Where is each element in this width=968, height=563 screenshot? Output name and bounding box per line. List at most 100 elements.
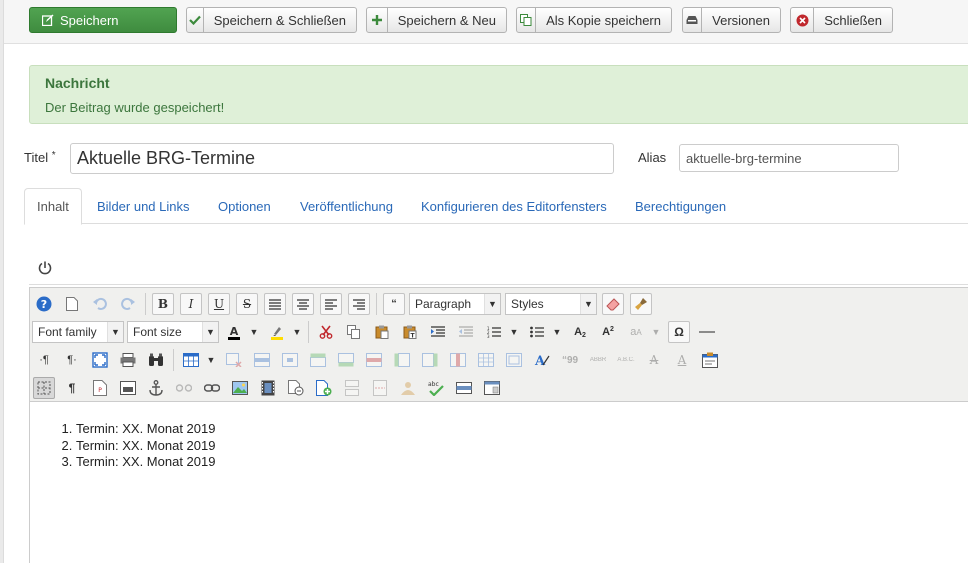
print-icon[interactable]	[117, 349, 139, 371]
table-row-props-icon[interactable]	[251, 349, 273, 371]
insert-col-before-icon[interactable]	[391, 349, 413, 371]
insert-row-after-icon[interactable]	[335, 349, 357, 371]
cut-icon[interactable]	[315, 321, 337, 343]
paste-text-icon[interactable]: T	[399, 321, 421, 343]
add-file-icon[interactable]	[313, 377, 335, 399]
tab-editorfenster[interactable]: Konfigurieren des Editorfensters	[421, 188, 607, 224]
close-button[interactable]: Schließen	[790, 7, 893, 33]
align-justify-icon[interactable]	[264, 293, 286, 315]
search-binoculars-icon[interactable]	[145, 349, 167, 371]
help-icon[interactable]: ?	[33, 293, 55, 315]
charmap-alt-icon[interactable]: aA	[625, 321, 647, 343]
fieldset-icon[interactable]	[453, 377, 475, 399]
tab-inhalt[interactable]: Inhalt	[24, 188, 82, 225]
title-input[interactable]: Aktuelle BRG-Termine	[70, 143, 614, 174]
chevron-down-icon[interactable]: ▼	[291, 321, 303, 343]
document-properties-icon[interactable]: P	[89, 377, 111, 399]
page-break-icon[interactable]	[341, 377, 363, 399]
delete-row-icon[interactable]	[363, 349, 385, 371]
cite-icon[interactable]: “99	[559, 349, 581, 371]
acronym-icon[interactable]: A.B.C.	[615, 349, 637, 371]
link-icon[interactable]	[201, 377, 223, 399]
new-document-icon[interactable]	[61, 293, 83, 315]
alias-input[interactable]: aktuelle-brg-termine	[679, 144, 899, 172]
superscript-icon[interactable]: A2	[597, 321, 619, 343]
visual-aid-icon[interactable]	[33, 377, 55, 399]
align-center-icon[interactable]	[292, 293, 314, 315]
bold-icon[interactable]: B	[152, 293, 174, 315]
style-props-icon[interactable]: A	[531, 349, 553, 371]
editor-content[interactable]: Termin: XX. Monat 2019 Termin: XX. Monat…	[30, 403, 968, 563]
spellcheck-icon[interactable]: abc	[425, 377, 447, 399]
format-select[interactable]: Paragraph ▼	[409, 293, 501, 315]
unlink-icon[interactable]	[173, 377, 195, 399]
cleanup-brush-icon[interactable]	[630, 293, 652, 315]
merge-cells-icon[interactable]	[503, 349, 525, 371]
styles-select[interactable]: Styles ▼	[505, 293, 597, 315]
indent-icon[interactable]	[427, 321, 449, 343]
delete-table-icon[interactable]	[223, 349, 245, 371]
tab-berechtigungen[interactable]: Berechtigungen	[635, 188, 726, 224]
undo-icon[interactable]	[89, 293, 111, 315]
tab-bilder-und-links[interactable]: Bilder und Links	[97, 188, 190, 224]
highlight-color-icon[interactable]	[266, 321, 288, 343]
eraser-icon[interactable]	[602, 293, 624, 315]
save-close-button[interactable]: Speichern & Schließen	[186, 7, 357, 33]
chevron-down-icon[interactable]: ▼	[551, 321, 563, 343]
insert-col-after-icon[interactable]	[419, 349, 441, 371]
paste-icon[interactable]	[371, 321, 393, 343]
table-icon[interactable]	[180, 349, 202, 371]
abbr-icon[interactable]: ABBR	[587, 349, 609, 371]
italic-icon[interactable]: I	[180, 293, 202, 315]
redo-icon[interactable]	[117, 293, 139, 315]
versions-button[interactable]: Versionen	[682, 7, 781, 33]
tab-veroeffentlichung[interactable]: Veröffentlichung	[300, 188, 393, 224]
image-icon[interactable]	[229, 377, 251, 399]
chevron-down-icon[interactable]: ▼	[508, 321, 520, 343]
deletion-icon[interactable]: A	[643, 349, 665, 371]
tab-optionen[interactable]: Optionen	[218, 188, 271, 224]
omega-icon[interactable]: Ω	[668, 321, 690, 343]
underline-icon[interactable]: U	[208, 293, 230, 315]
delete-col-icon[interactable]	[447, 349, 469, 371]
bullet-list-icon[interactable]	[526, 321, 548, 343]
insert-row-before-icon[interactable]	[307, 349, 329, 371]
template-icon[interactable]	[117, 377, 139, 399]
numbered-list-icon[interactable]: 123	[483, 321, 505, 343]
save-copy-button[interactable]: Als Kopie speichern	[516, 7, 672, 33]
rtl-icon[interactable]: ¶·	[61, 349, 83, 371]
strikethrough-icon[interactable]: S	[236, 293, 258, 315]
chevron-down-icon[interactable]: ▼	[248, 321, 260, 343]
outdent-icon[interactable]	[455, 321, 477, 343]
power-icon[interactable]	[37, 260, 53, 276]
attributes-icon[interactable]	[699, 349, 721, 371]
chevron-down-icon[interactable]: ▼	[650, 321, 662, 343]
insertion-icon[interactable]: A	[671, 349, 693, 371]
font-family-select[interactable]: Font family ▼	[32, 321, 124, 343]
subscript-icon[interactable]: A2	[569, 321, 591, 343]
fullscreen-icon[interactable]	[89, 349, 111, 371]
split-cells-icon[interactable]	[475, 349, 497, 371]
align-left-icon[interactable]	[320, 293, 342, 315]
read-more-icon[interactable]	[369, 377, 391, 399]
copy-icon[interactable]	[343, 321, 365, 343]
window-icon[interactable]	[481, 377, 503, 399]
blockquote-icon[interactable]: “	[383, 293, 405, 315]
editor-toolbar: ? B I U S “ Paragraph ▼ Styles ▼ Font fa…	[30, 288, 968, 402]
contacts-icon[interactable]	[397, 377, 419, 399]
media-film-icon[interactable]	[257, 377, 279, 399]
chevron-down-icon[interactable]: ▼	[205, 349, 217, 371]
horizontal-rule-icon[interactable]	[696, 321, 718, 343]
separator	[308, 321, 309, 343]
ltr-icon[interactable]: ·¶	[33, 349, 55, 371]
article-icon[interactable]	[285, 377, 307, 399]
table-cell-props-icon[interactable]	[279, 349, 301, 371]
svg-text:A: A	[230, 325, 239, 338]
font-size-select[interactable]: Font size ▼	[127, 321, 219, 343]
save-button[interactable]: Speichern	[29, 7, 177, 33]
show-blocks-icon[interactable]: ¶	[61, 377, 83, 399]
anchor-icon[interactable]	[145, 377, 167, 399]
save-new-button[interactable]: Speichern & Neu	[366, 7, 507, 33]
align-right-icon[interactable]	[348, 293, 370, 315]
text-color-icon[interactable]: A	[223, 321, 245, 343]
